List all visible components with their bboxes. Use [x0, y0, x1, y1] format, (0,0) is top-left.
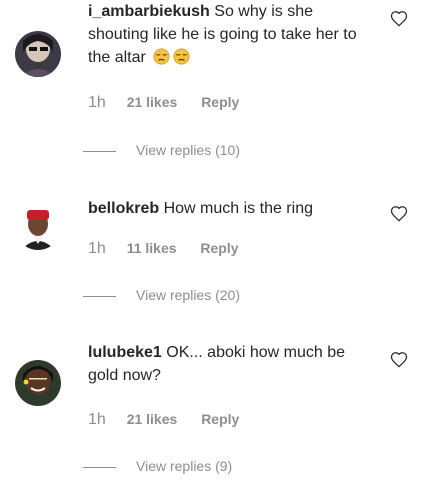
comment-time: 1h [88, 411, 106, 428]
view-replies-label: View replies (20) [136, 287, 241, 303]
comment-text: i_ambarbiekush So why is she shouting li… [88, 0, 370, 69]
comment-likes[interactable]: 21 likes [127, 411, 178, 427]
comment-text: bellokreb How much is the ring [88, 197, 370, 220]
comment-meta: 1h 11 likes Reply [88, 240, 239, 260]
like-button[interactable] [390, 10, 408, 27]
view-replies-label: View replies (10) [136, 142, 241, 158]
view-replies-button[interactable]: View replies (20) [83, 287, 240, 307]
unamused-face-icon [173, 48, 190, 65]
heart-outline-icon [390, 11, 408, 27]
comment-likes[interactable]: 21 likes [127, 94, 178, 110]
unamused-face-icon [153, 48, 170, 65]
divider [83, 466, 116, 468]
comment-meta: 1h 21 likes Reply [88, 94, 239, 114]
comment-likes[interactable]: 11 likes [127, 240, 177, 256]
comment-username[interactable]: i_ambarbiekush [88, 3, 210, 20]
comment-time: 1h [88, 94, 106, 111]
avatar[interactable] [15, 31, 61, 77]
like-button[interactable] [390, 205, 408, 222]
reply-button[interactable]: Reply [201, 94, 239, 110]
reply-button[interactable]: Reply [200, 240, 238, 256]
view-replies-button[interactable]: View replies (9) [83, 458, 232, 478]
comment-time: 1h [88, 240, 106, 257]
comment-username[interactable]: bellokreb [88, 200, 159, 217]
avatar[interactable] [15, 204, 61, 250]
comment-text: lulubeke1 OK... aboki how much be gold n… [88, 341, 370, 387]
divider [83, 150, 116, 152]
view-replies-label: View replies (9) [136, 458, 233, 474]
reply-button[interactable]: Reply [201, 411, 239, 427]
view-replies-button[interactable]: View replies (10) [83, 142, 240, 162]
like-button[interactable] [390, 351, 408, 368]
heart-outline-icon [390, 352, 408, 368]
avatar[interactable] [15, 360, 61, 406]
heart-outline-icon [390, 206, 408, 222]
comment-body: How much is the ring [163, 200, 313, 217]
divider [83, 295, 116, 297]
comment-username[interactable]: lulubeke1 [88, 344, 162, 361]
comment-meta: 1h 21 likes Reply [88, 411, 239, 431]
